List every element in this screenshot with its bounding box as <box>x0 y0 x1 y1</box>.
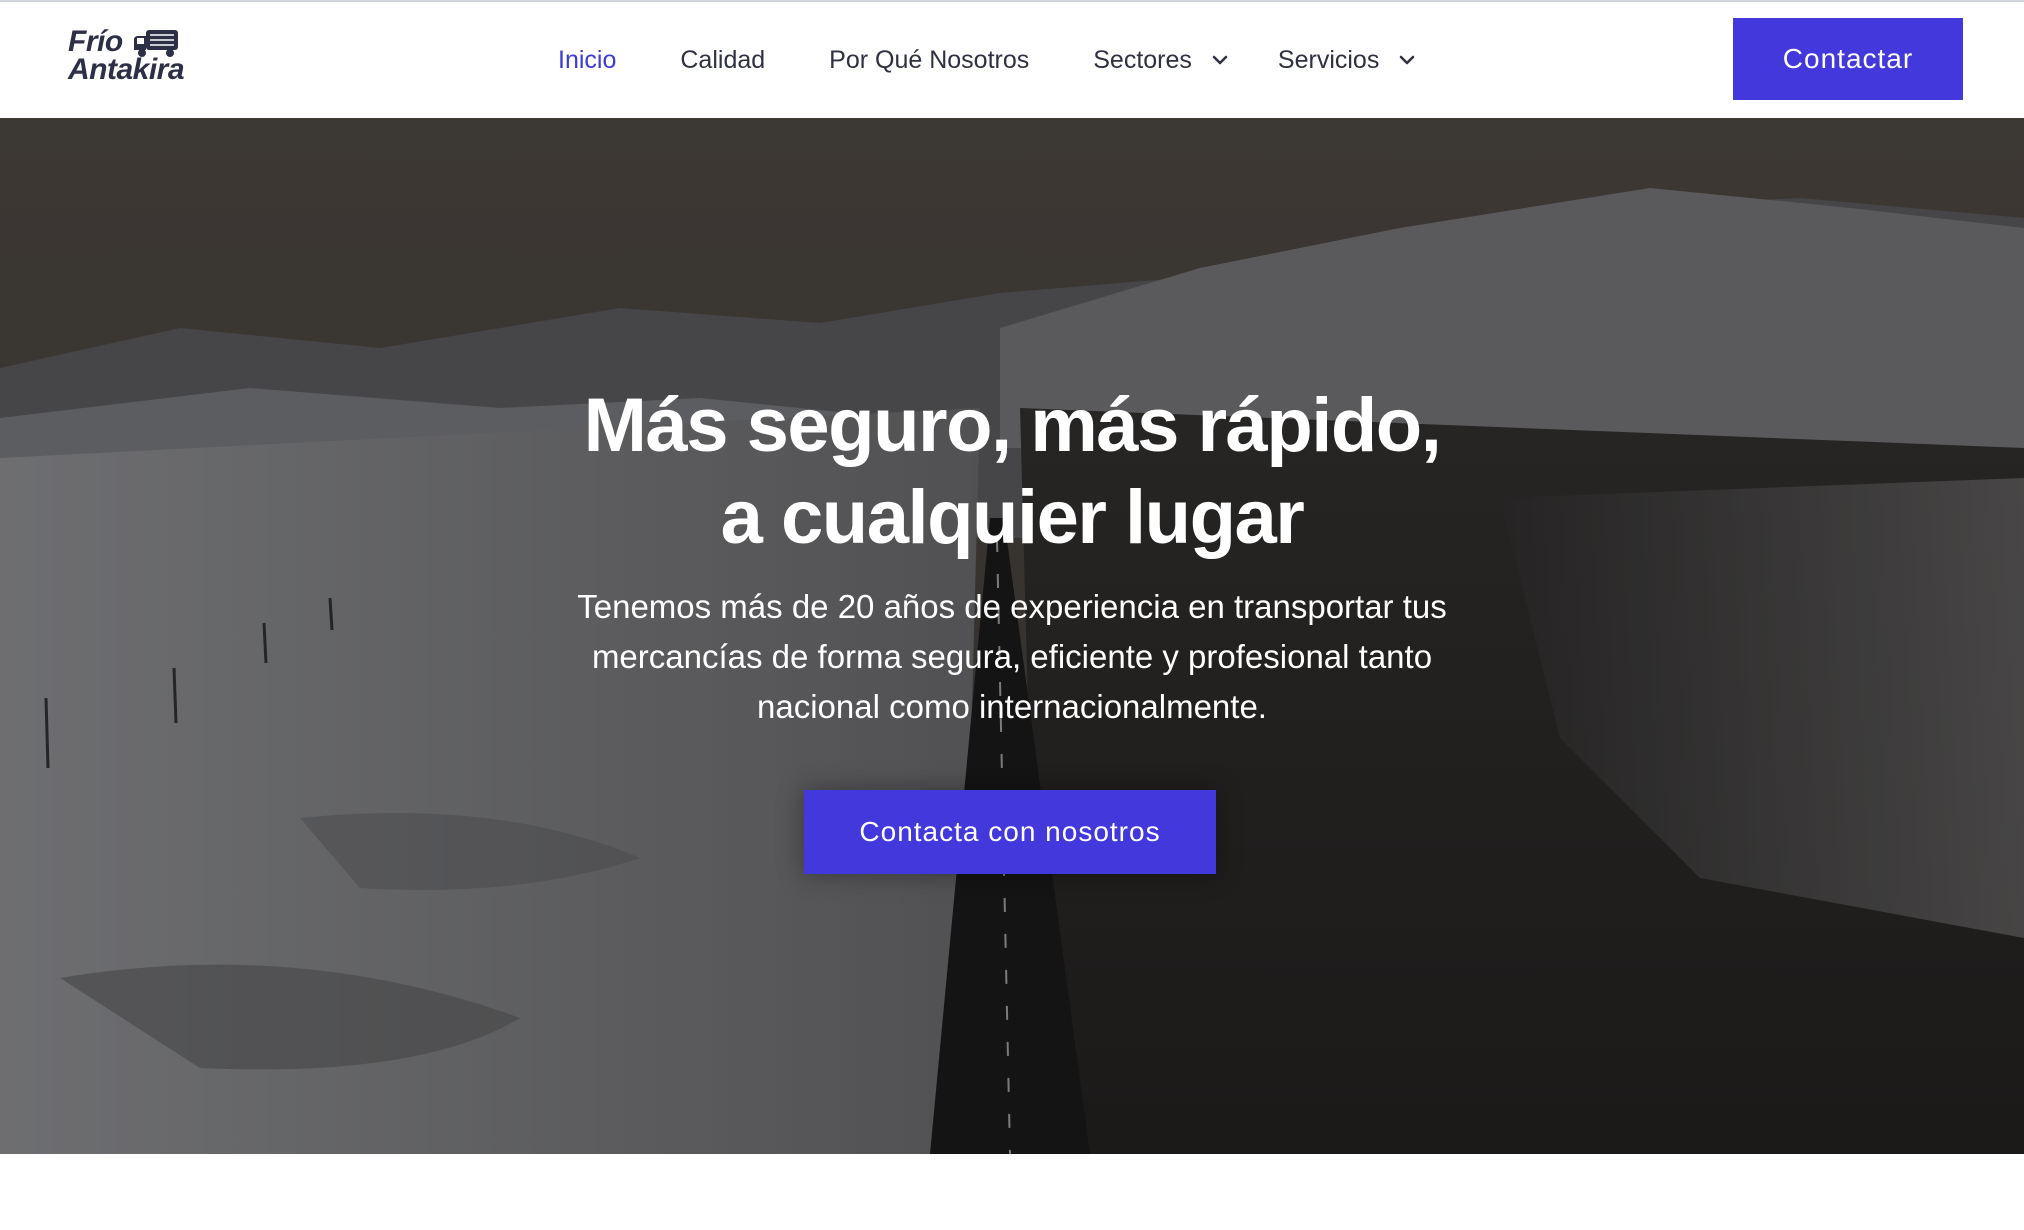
hero-subtitle: Tenemos más de 20 años de experiencia en… <box>577 588 1447 725</box>
logo[interactable]: Frío Antakira <box>68 24 218 94</box>
nav-item-calidad[interactable]: Calidad <box>680 46 765 75</box>
nav-item-label: Inicio <box>558 45 617 74</box>
nav-item-label: Servicios <box>1277 45 1380 74</box>
nav-item-servicios[interactable]: Servicios <box>1278 46 1415 75</box>
truck-icon <box>134 30 178 57</box>
main-nav: Inicio Calidad Por Qué Nosotros Sectores… <box>558 2 1465 118</box>
nav-item-label: Sectores <box>1093 45 1192 74</box>
hero-title-line-2: a cualquier lugar <box>720 475 1305 560</box>
hero-title: Más seguro, más rápido, a cualquier luga… <box>0 380 2024 564</box>
nav-item-label: Calidad <box>680 45 766 74</box>
nav-item-label: Por Qué Nosotros <box>829 45 1030 74</box>
nav-item-inicio[interactable]: Inicio <box>558 46 616 75</box>
hero-section: Más seguro, más rápido, a cualquier luga… <box>0 118 2024 1154</box>
site-header: Frío Antakira Inicio Calidad Por Qué Nos… <box>0 2 2024 118</box>
contact-us-button[interactable]: Contacta con nosotros <box>804 790 1216 874</box>
chevron-down-icon <box>1399 54 1415 66</box>
chevron-down-icon <box>1212 54 1228 66</box>
contact-button[interactable]: Contactar <box>1733 18 1963 100</box>
hero-title-line-1: Más seguro, más rápido, <box>583 383 1442 468</box>
nav-item-por-que-nosotros[interactable]: Por Qué Nosotros <box>829 46 1029 75</box>
logo-line-2: Antakira <box>68 53 185 86</box>
nav-item-sectores[interactable]: Sectores <box>1093 46 1228 75</box>
